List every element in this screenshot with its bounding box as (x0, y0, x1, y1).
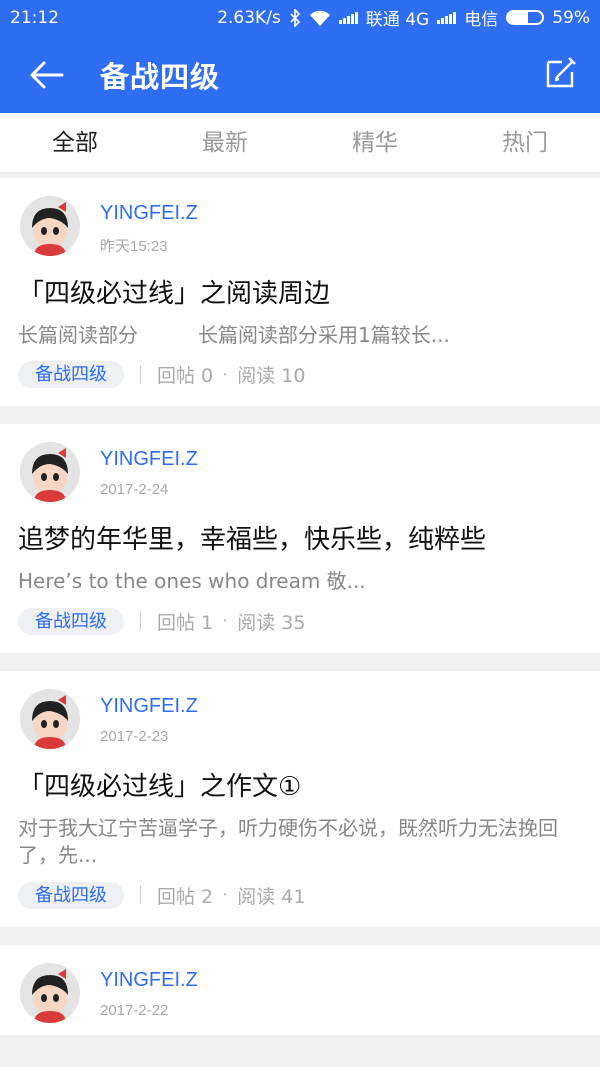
avatar[interactable] (20, 196, 80, 256)
avatar-image (20, 688, 80, 749)
avatar[interactable] (20, 442, 80, 503)
post-title[interactable]: 「四级必过线」之阅读周边 (18, 278, 582, 312)
status-bar: 21:12 2.63K/s 联通 4G 电信 59% (0, 0, 600, 35)
tab-hot[interactable]: 热门 (450, 113, 600, 172)
tab-all[interactable]: 全部 (0, 113, 150, 172)
post-meta: 备战四级 回帖 1 · 阅读 35 (18, 607, 582, 635)
edit-icon[interactable] (544, 56, 576, 90)
dot-separator: · (222, 884, 229, 907)
topic-tag[interactable]: 备战四级 (18, 607, 124, 635)
post-time: 2017-2-24 (100, 481, 169, 499)
page-title: 备战四级 (100, 60, 221, 94)
read-count: 阅读 35 (237, 611, 306, 634)
post-title[interactable]: 「四级必过线」之作文① (18, 771, 582, 805)
battery-percent: 59% (552, 7, 590, 28)
avatar[interactable] (20, 962, 80, 1023)
dot-separator: · (222, 363, 229, 386)
post-card[interactable]: YINGFEI.Z 2017-2-23 「四级必过线」之作文① 对于我大辽宁苦逼… (0, 670, 600, 927)
reply-count: 回帖 1 (157, 611, 214, 634)
tab-featured[interactable]: 精华 (300, 113, 450, 172)
post-card[interactable]: YINGFEI.Z 昨天15:23 「四级必过线」之阅读周边 长篇阅读部分 长篇… (0, 178, 600, 407)
topic-tag[interactable]: 备战四级 (18, 881, 124, 909)
signal-icon (437, 11, 457, 24)
read-count: 阅读 41 (237, 885, 306, 908)
avatar[interactable] (20, 688, 80, 749)
post-card[interactable]: YINGFEI.Z 2017-2-22 (0, 944, 600, 1035)
bluetooth-icon (290, 8, 300, 27)
signal-icon (338, 11, 358, 24)
divider (140, 365, 141, 384)
post-excerpt: 对于我大辽宁苦逼学子，听力硬伤不必说，既然听力无法挽回了，先... (18, 815, 558, 868)
author-name[interactable]: YINGFEI.Z (100, 969, 198, 992)
post-feed: YINGFEI.Z 昨天15:23 「四级必过线」之阅读周边 长篇阅读部分 长篇… (0, 178, 600, 1035)
author-name[interactable]: YINGFEI.Z (100, 202, 198, 225)
divider (140, 612, 141, 631)
reply-count: 回帖 0 (157, 365, 214, 388)
post-meta: 备战四级 回帖 2 · 阅读 41 (18, 881, 582, 909)
arrow-left-icon[interactable] (26, 55, 66, 95)
filter-tabs: 全部 最新 精华 热门 (0, 113, 600, 173)
tab-latest[interactable]: 最新 (150, 113, 300, 172)
battery-icon (506, 10, 545, 25)
avatar-image (20, 196, 80, 256)
author-name[interactable]: YINGFEI.Z (100, 695, 198, 718)
post-excerpt: Here’s to the ones who dream 敬... (18, 569, 366, 594)
post-time: 2017-2-22 (100, 1001, 169, 1019)
post-time: 昨天15:23 (100, 238, 168, 255)
status-right: 2.63K/s 联通 4G 电信 59% (217, 5, 590, 31)
battery-fill (508, 12, 529, 23)
status-time: 21:12 (10, 7, 59, 28)
avatar-image (20, 962, 80, 1023)
post-excerpt: 长篇阅读部分 长篇阅读部分采用1篇较长... (18, 322, 450, 347)
read-count: 阅读 10 (237, 365, 306, 388)
reply-count: 回帖 2 (157, 885, 214, 908)
dot-separator: · (222, 610, 229, 633)
post-time: 2017-2-23 (100, 727, 169, 745)
topic-tag[interactable]: 备战四级 (18, 361, 124, 389)
post-meta: 备战四级 回帖 0 · 阅读 10 (18, 361, 582, 389)
network-speed: 2.63K/s (217, 7, 281, 28)
author-name[interactable]: YINGFEI.Z (100, 448, 198, 471)
carrier-2: 电信 (464, 10, 499, 30)
post-title[interactable]: 追梦的年华里，幸福些，快乐些，纯粹些 (18, 524, 582, 558)
post-card[interactable]: YINGFEI.Z 2017-2-24 追梦的年华里，幸福些，快乐些，纯粹些 H… (0, 424, 600, 653)
avatar-image (20, 442, 80, 503)
wifi-icon (309, 10, 330, 26)
divider (140, 886, 141, 905)
carrier-1: 联通 4G (365, 10, 430, 30)
app-bar: 备战四级 (0, 35, 600, 113)
